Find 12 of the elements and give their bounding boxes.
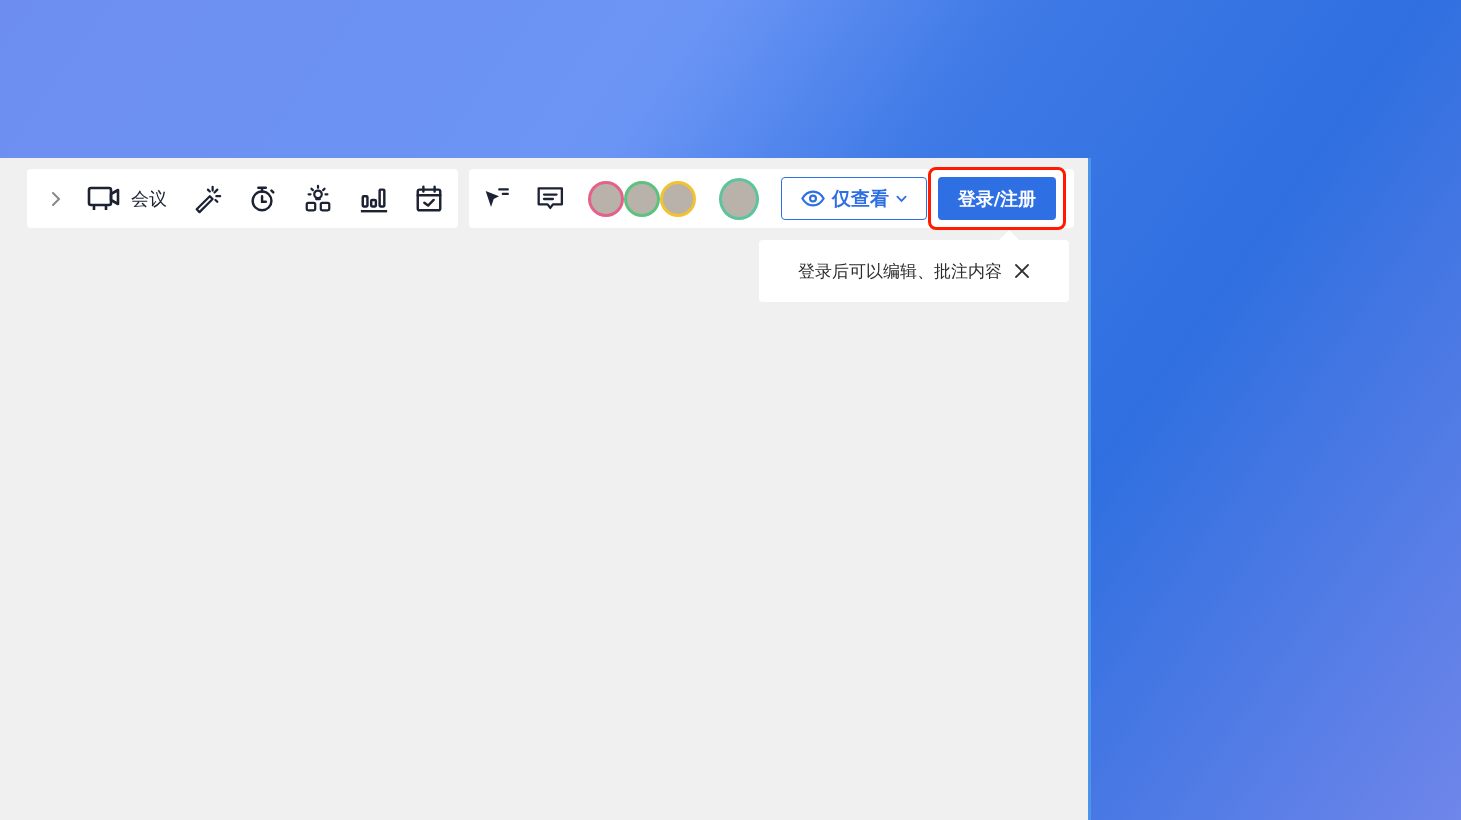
calendar-check-icon[interactable]: [414, 183, 444, 214]
eye-icon: [801, 190, 826, 207]
login-button[interactable]: 登录/注册: [938, 177, 1056, 220]
caret-down-icon: [896, 194, 908, 203]
chevron-right-icon[interactable]: [51, 190, 61, 207]
video-camera-icon[interactable]: [86, 184, 121, 213]
meeting-label[interactable]: 会议: [130, 186, 167, 211]
lightbulb-blocks-icon[interactable]: [303, 183, 333, 214]
avatar[interactable]: [588, 180, 625, 217]
close-icon[interactable]: [1014, 263, 1030, 279]
tooltip-text: 登录后可以编辑、批注内容: [798, 259, 1002, 283]
view-mode-dropdown[interactable]: 仅查看: [781, 177, 927, 220]
